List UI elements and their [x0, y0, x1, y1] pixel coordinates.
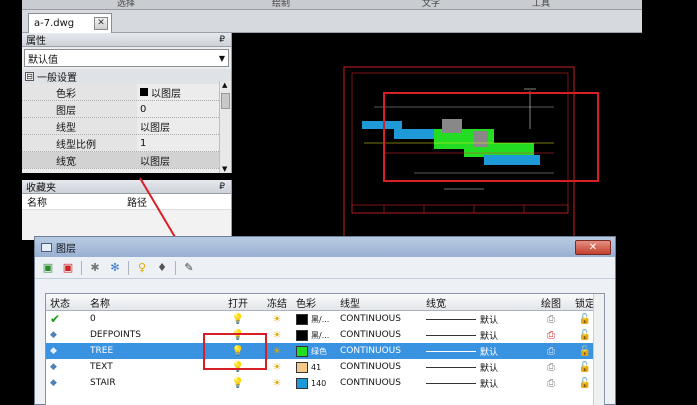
color-cell[interactable]: 黑/...: [296, 329, 340, 341]
lineweight[interactable]: 默认: [426, 377, 532, 390]
color-name: 41: [311, 362, 322, 372]
color-name: 黑/...: [311, 314, 330, 324]
new-layer-icon[interactable]: ▣: [41, 261, 55, 275]
lineweight-line: [426, 366, 476, 368]
color-swatch: [296, 361, 308, 373]
col-state[interactable]: 状态: [46, 295, 86, 310]
col-name[interactable]: 名称: [86, 295, 218, 310]
col-freeze[interactable]: 冻结: [258, 295, 296, 310]
separator: [128, 260, 129, 275]
linetype[interactable]: CONTINUOUS: [340, 378, 426, 388]
col-lineweight[interactable]: 线宽: [426, 295, 532, 310]
lineweight-line: [426, 350, 476, 352]
color-cell[interactable]: 绿色: [296, 345, 340, 357]
color-cell[interactable]: 黑/...: [296, 313, 340, 325]
lineweight[interactable]: 默认: [426, 329, 532, 342]
printer-icon[interactable]: ⎙: [532, 314, 570, 325]
layer-name[interactable]: DEFPOINTS: [86, 330, 218, 340]
window-icon: [41, 242, 52, 252]
color-name: 绿色: [311, 346, 327, 356]
current-check-icon[interactable]: ✔: [46, 312, 86, 326]
layer-name[interactable]: TREE: [86, 346, 218, 356]
col-plot[interactable]: 绘图: [532, 295, 570, 310]
lineweight[interactable]: 默认: [426, 361, 532, 374]
table-header: 状态 名称 打开 冻结 色彩 线型 线宽 绘图 锁定: [46, 294, 604, 311]
layer-state-icon[interactable]: ◆: [46, 346, 86, 356]
color-swatch: [296, 345, 308, 357]
delete-layer-icon[interactable]: ▣: [61, 261, 75, 275]
col-open[interactable]: 打开: [218, 295, 258, 310]
col-linetype[interactable]: 线型: [340, 295, 426, 310]
lineweight-line: [426, 382, 476, 384]
color-swatch: [296, 329, 308, 341]
color-name: 黑/...: [311, 330, 330, 340]
layer-dialog-title: 图层: [56, 243, 76, 255]
linetype[interactable]: CONTINUOUS: [340, 362, 426, 372]
layer-name[interactable]: STAIR: [86, 378, 218, 388]
bulb-icon[interactable]: 💡: [218, 314, 258, 325]
layer-state-icon[interactable]: ◆: [46, 378, 86, 388]
no-plot-icon[interactable]: ⎙: [532, 330, 570, 341]
table-row-selected[interactable]: ◆ TREE 💡 ☀ 绿色 CONTINUOUS 默认 ⎙ 🔓: [46, 343, 604, 359]
table-row[interactable]: ◆ DEFPOINTS 💡 ☀ 黑/... CONTINUOUS 默认 ⎙ 🔓: [46, 327, 604, 343]
color-cell[interactable]: 41: [296, 361, 340, 373]
printer-icon[interactable]: ⎙: [532, 378, 570, 389]
color-cell[interactable]: 140: [296, 377, 340, 389]
bulb-icon[interactable]: 💡: [218, 378, 258, 389]
sun-icon[interactable]: ☀: [258, 378, 296, 389]
bulb-on-icon[interactable]: ♀: [135, 261, 149, 275]
layer-state-icon[interactable]: ◆: [46, 330, 86, 340]
bulb-off-icon[interactable]: ♦: [155, 261, 169, 275]
lineweight-text: 默认: [480, 315, 499, 326]
lineweight-text: 默认: [480, 363, 499, 374]
table-row[interactable]: ✔ 0 💡 ☀ 黑/... CONTINUOUS 默认 ⎙ 🔓: [46, 311, 604, 327]
col-color[interactable]: 色彩: [296, 295, 340, 310]
printer-icon[interactable]: ⎙: [532, 362, 570, 373]
color-swatch: [296, 313, 308, 325]
table-row[interactable]: ◆ STAIR 💡 ☀ 140 CONTINUOUS 默认 ⎙ 🔓: [46, 375, 604, 391]
color-name: 140: [311, 378, 327, 388]
color-swatch: [296, 377, 308, 389]
linetype[interactable]: CONTINUOUS: [340, 330, 426, 340]
layer-name[interactable]: TEXT: [86, 362, 218, 372]
sun-icon[interactable]: ☀: [258, 314, 296, 325]
linetype[interactable]: CONTINUOUS: [340, 314, 426, 324]
lineweight-line: [426, 318, 476, 320]
layer-table-scrollbar[interactable]: [593, 294, 604, 405]
layer-dialog: 图层 ✕ ▣ ▣ ✱ ✻ ♀ ♦ ✎ 状态 名称 打开 冻结 色彩 线型 线宽 …: [34, 236, 616, 405]
lineweight[interactable]: 默认: [426, 345, 532, 358]
separator: [81, 260, 82, 275]
separator: [175, 260, 176, 275]
table-row[interactable]: ◆ TEXT 💡 ☀ 41 CONTINUOUS 默认 ⎙ 🔓: [46, 359, 604, 375]
lineweight[interactable]: 默认: [426, 313, 532, 326]
brush-icon[interactable]: ✎: [182, 261, 196, 275]
linetype[interactable]: CONTINUOUS: [340, 346, 426, 356]
lineweight-text: 默认: [480, 347, 499, 358]
layer-dialog-titlebar[interactable]: 图层 ✕: [35, 237, 615, 257]
lineweight-text: 默认: [480, 331, 499, 342]
lineweight-text: 默认: [480, 379, 499, 390]
layer-name[interactable]: 0: [86, 314, 218, 324]
printer-icon[interactable]: ⎙: [532, 346, 570, 357]
layer-toolbar: ▣ ▣ ✱ ✻ ♀ ♦ ✎: [35, 257, 615, 279]
close-button[interactable]: ✕: [575, 239, 611, 255]
lineweight-line: [426, 334, 476, 336]
highlight-box: [203, 333, 267, 370]
layer-state-icon[interactable]: ◆: [46, 362, 86, 372]
thaw-all-icon[interactable]: ✻: [108, 261, 122, 275]
layer-table: 状态 名称 打开 冻结 色彩 线型 线宽 绘图 锁定 ✔ 0 💡 ☀ 黑/...…: [45, 293, 605, 405]
freeze-all-icon[interactable]: ✱: [88, 261, 102, 275]
